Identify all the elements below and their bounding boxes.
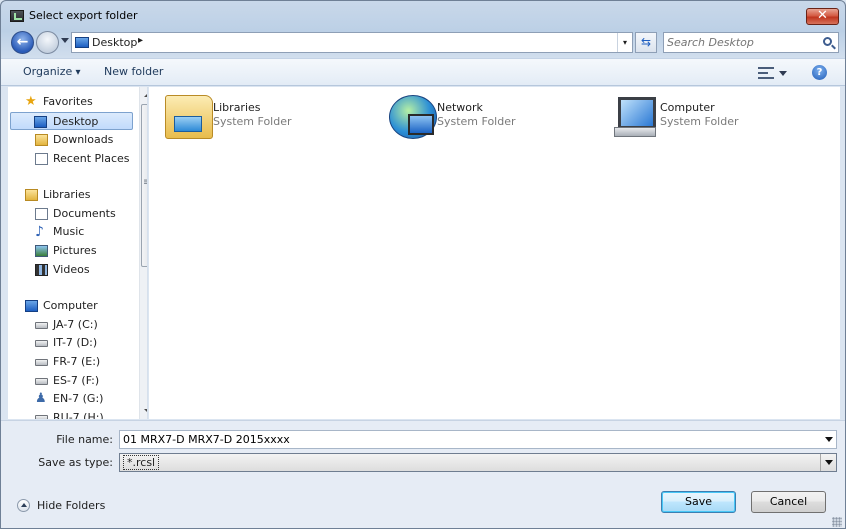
document-icon (35, 208, 48, 220)
nav-item-videos[interactable]: Videos (35, 261, 135, 279)
nav-scrollbar[interactable] (139, 87, 147, 419)
file-name-dropdown-icon[interactable] (825, 437, 833, 442)
resize-grip-icon[interactable] (832, 517, 842, 527)
help-icon[interactable]: ? (812, 65, 827, 80)
close-button[interactable]: ✕ (806, 8, 839, 25)
nav-item-downloads[interactable]: Downloads (35, 131, 135, 149)
organize-button[interactable]: Organize (23, 65, 80, 78)
save-button[interactable]: Save (661, 491, 736, 513)
computer-icon (612, 95, 660, 139)
file-name-label: File name: (56, 433, 113, 446)
file-list[interactable]: Libraries System Folder Network System F… (149, 87, 840, 419)
nav-item-pictures[interactable]: Pictures (35, 242, 135, 260)
drive-icon (35, 415, 48, 419)
nav-item-drive-c[interactable]: JA-7 (C:) (35, 316, 135, 334)
star-icon: ★ (25, 94, 37, 109)
picture-icon (35, 245, 48, 257)
folder-icon (35, 134, 48, 146)
libraries-icon (165, 95, 213, 139)
search-input[interactable] (667, 35, 817, 50)
recent-locations-arrow-icon[interactable] (61, 38, 69, 43)
scroll-up-icon[interactable] (144, 93, 147, 97)
list-item-libraries[interactable]: Libraries System Folder (165, 93, 365, 141)
save-as-type-select[interactable]: *.rcsl (119, 453, 837, 472)
list-item-network[interactable]: Network System Folder (389, 93, 589, 141)
save-as-type-label: Save as type: (38, 456, 113, 469)
address-row: ← Desktop ▸ ▾ ⇆ (1, 29, 845, 57)
nav-favorites[interactable]: ★ Favorites (25, 93, 135, 111)
app-icon (10, 10, 24, 22)
title-bar: Select export folder ✕ (1, 1, 845, 29)
nav-item-drive-g[interactable]: ♟ EN-7 (G:) (35, 390, 135, 408)
drive-icon (35, 340, 48, 347)
drive-icon (35, 322, 48, 329)
nav-item-drive-e[interactable]: FR-7 (E:) (35, 353, 135, 371)
dialog-footer: File name: Save as type: *.rcsl Hide Fol… (1, 420, 845, 528)
user-icon: ♟ (35, 391, 47, 406)
navigation-pane[interactable]: ★ Favorites Desktop Downloads Recent Pla… (8, 87, 148, 419)
scroll-down-icon[interactable] (144, 409, 147, 413)
cancel-button[interactable]: Cancel (751, 491, 826, 513)
drive-icon (35, 359, 48, 366)
chevron-down-icon[interactable] (825, 460, 833, 465)
nav-libraries[interactable]: Libraries (25, 186, 135, 204)
command-bar: Organize New folder ? (1, 58, 845, 86)
address-location[interactable]: Desktop (92, 36, 137, 49)
search-icon[interactable] (823, 37, 832, 46)
nav-item-desktop[interactable]: Desktop (10, 112, 133, 130)
nav-item-drive-f[interactable]: ES-7 (F:) (35, 372, 135, 390)
forward-button[interactable] (36, 31, 59, 54)
new-folder-button[interactable]: New folder (104, 65, 163, 78)
computer-icon (25, 300, 38, 312)
scroll-thumb[interactable] (141, 104, 147, 267)
address-dropdown-icon[interactable]: ▾ (617, 33, 632, 52)
chevron-up-icon (17, 499, 30, 512)
document-icon (35, 153, 48, 165)
search-box[interactable] (663, 32, 839, 53)
back-button[interactable]: ← (11, 31, 34, 54)
change-view-icon[interactable] (758, 67, 774, 79)
nav-item-music[interactable]: ♪ Music (35, 223, 135, 241)
select-divider (820, 454, 821, 471)
desktop-icon (75, 37, 89, 48)
nav-item-drive-h[interactable]: RU-7 (H:) (35, 409, 135, 419)
drive-icon (35, 378, 48, 385)
film-icon (35, 264, 48, 276)
nav-computer[interactable]: Computer (25, 297, 135, 315)
folder-icon (25, 189, 38, 201)
window-title: Select export folder (29, 9, 138, 22)
save-as-type-value: *.rcsl (123, 455, 160, 470)
music-icon: ♪ (35, 224, 44, 240)
arrow-left-icon: ← (16, 34, 29, 50)
breadcrumb-separator-icon[interactable]: ▸ (138, 35, 143, 46)
nav-item-drive-d[interactable]: IT-7 (D:) (35, 334, 135, 352)
list-item-computer[interactable]: Computer System Folder (612, 93, 812, 141)
view-options-arrow-icon[interactable] (779, 71, 787, 76)
address-bar[interactable]: Desktop ▸ ▾ (71, 32, 633, 53)
save-dialog-window: Select export folder ✕ ← Desktop ▸ ▾ ⇆ O… (0, 0, 846, 529)
file-name-input[interactable] (123, 432, 813, 447)
monitor-icon (34, 116, 47, 128)
refresh-button[interactable]: ⇆ (635, 32, 657, 53)
nav-item-recent-places[interactable]: Recent Places (35, 150, 135, 168)
network-icon (389, 95, 437, 139)
nav-item-documents[interactable]: Documents (35, 205, 135, 223)
file-name-combo[interactable] (119, 430, 837, 449)
refresh-icon: ⇆ (640, 35, 652, 49)
